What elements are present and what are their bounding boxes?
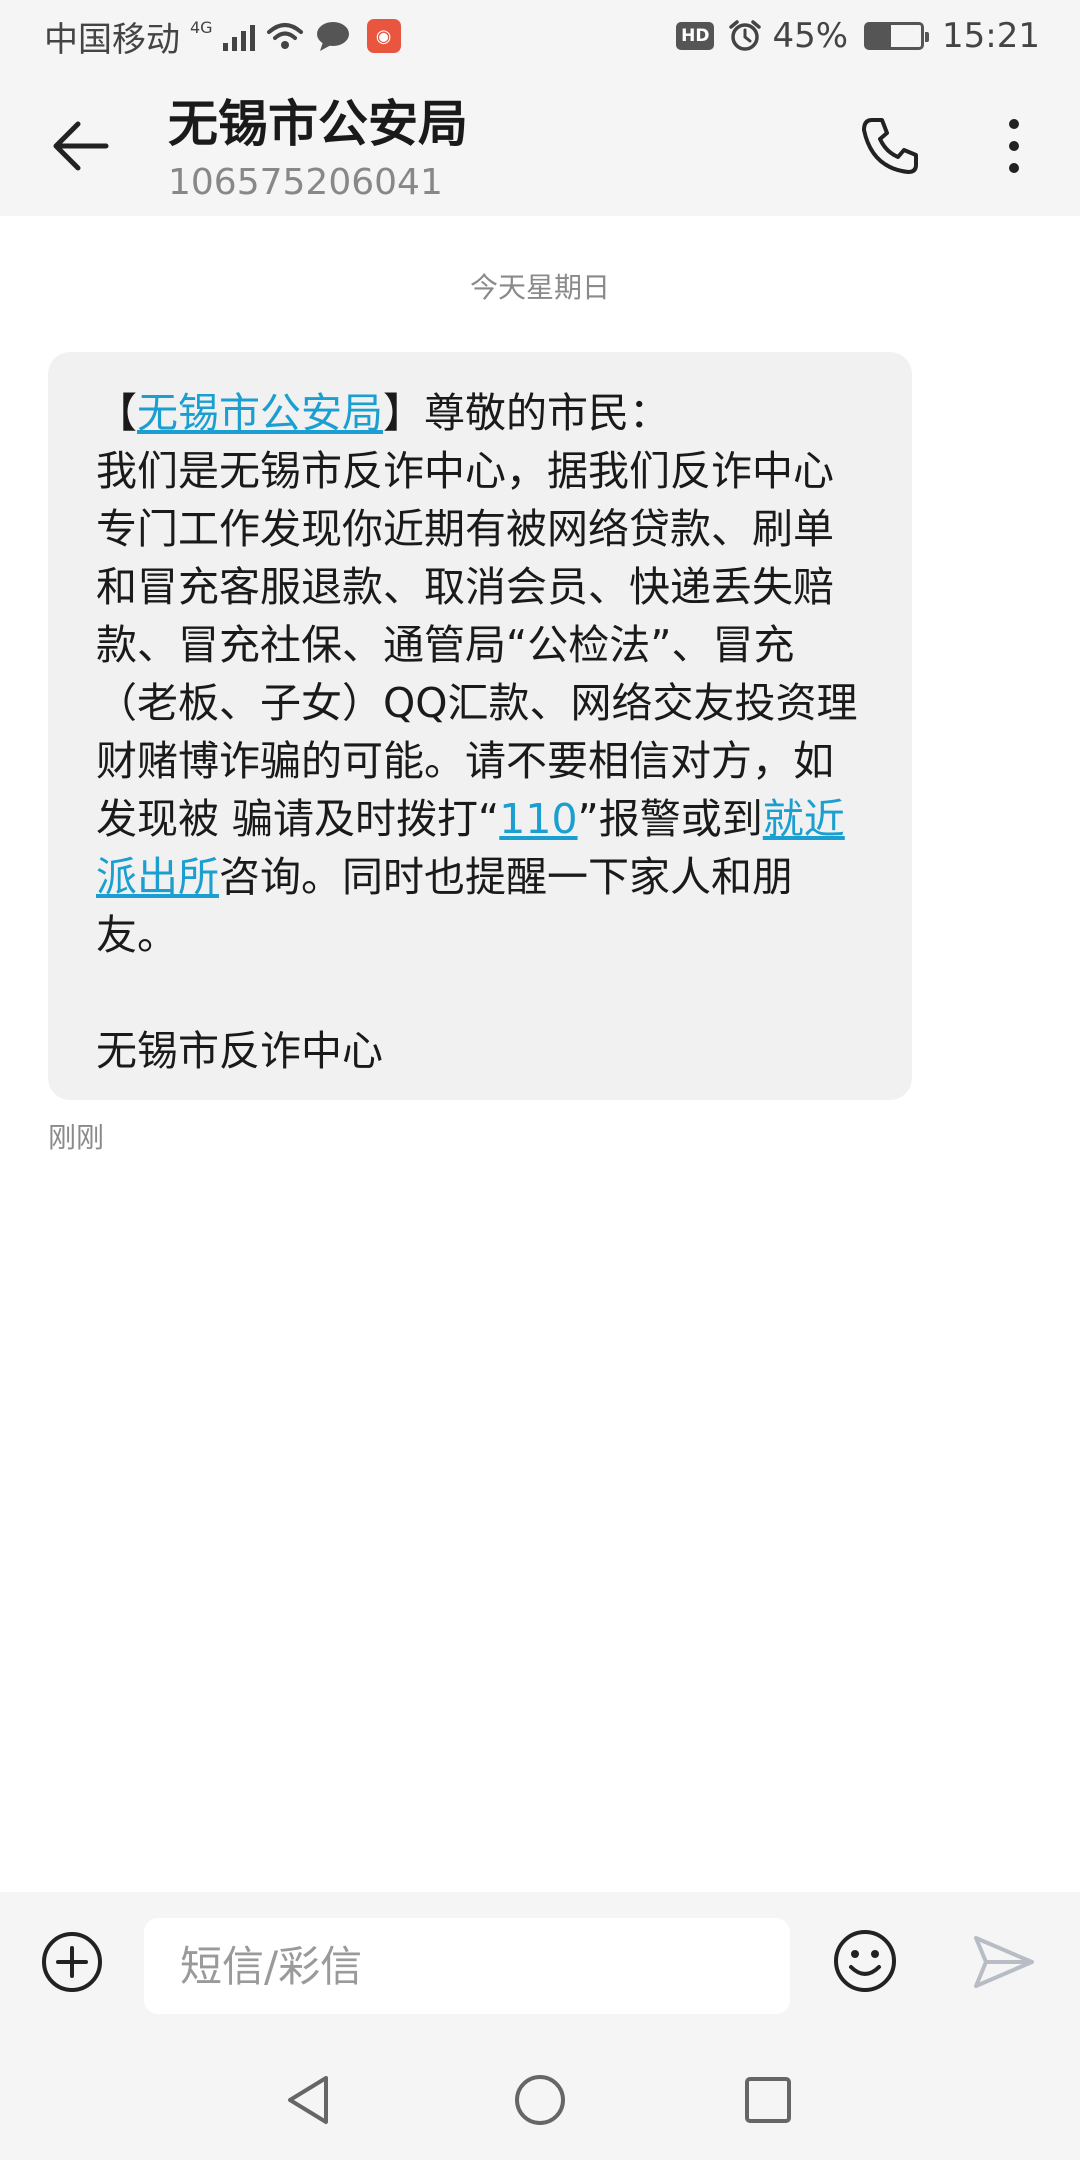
nav-back-icon — [288, 2076, 328, 2124]
sender-link[interactable]: 无锡市公安局 — [137, 389, 383, 437]
contact-name: 无锡市公安局 — [168, 95, 468, 153]
nav-recents-button[interactable] — [728, 2062, 808, 2138]
call-button[interactable] — [850, 106, 930, 186]
back-button[interactable] — [44, 110, 116, 182]
status-right: HD 45% 15:21 — [676, 16, 1040, 56]
bracket-open: 【 — [96, 389, 137, 437]
clock: 15:21 — [942, 16, 1040, 56]
nav-recents-icon — [745, 2077, 791, 2123]
chat-bubble-icon — [316, 22, 349, 51]
wifi-icon — [266, 23, 303, 49]
battery-charging-icon — [864, 22, 930, 50]
contact-number: 106575206041 — [168, 162, 443, 203]
phone-number-link[interactable]: 110 — [499, 795, 577, 843]
more-vertical-icon-dot — [1009, 141, 1019, 151]
battery-fill — [867, 25, 892, 47]
more-vertical-icon-dot — [1009, 163, 1019, 173]
nav-home-icon — [515, 2075, 565, 2125]
alarm-icon — [729, 20, 762, 51]
signal-icon — [222, 21, 255, 51]
message-input[interactable] — [144, 1918, 790, 2014]
emoji-button[interactable] — [826, 1922, 904, 2000]
send-button[interactable] — [968, 1926, 1040, 1998]
message-signature: 无锡市反诈中心 — [96, 1027, 383, 1075]
conversation-header: 无锡市公安局 106575206041 — [0, 72, 1080, 216]
message-timestamp: 刚刚 — [48, 1121, 105, 1154]
status-bar: 中国移动 4G ◉ HD 45% 15:21 — [0, 0, 1080, 72]
add-attachment-button[interactable] — [36, 1926, 108, 1998]
greeting: 】尊敬的市民： — [383, 389, 670, 437]
emoji-icon — [834, 1930, 896, 1992]
message-text-part2: ”报警或到 — [577, 795, 763, 843]
more-vertical-icon — [1009, 119, 1019, 129]
back-arrow-icon — [53, 121, 109, 171]
network-type: 4G — [190, 17, 213, 37]
phone-icon — [862, 118, 918, 174]
status-left: 中国移动 4G ◉ — [44, 12, 401, 61]
add-circle-icon — [42, 1932, 102, 1992]
compose-bar — [0, 1892, 1080, 2040]
hd-icon: HD — [676, 22, 715, 50]
message-text-part1: 我们是无锡市反诈中心，据我们反诈中心专门工作发现你近期有被网络贷款、刷单和冒充客… — [96, 447, 858, 843]
nav-back-button[interactable] — [268, 2062, 348, 2138]
carrier-name: 中国移动 — [44, 19, 180, 60]
date-divider: 今天星期日 — [469, 271, 610, 304]
message-bubble[interactable]: 【无锡市公安局】尊敬的市民： 我们是无锡市反诈中心，据我们反诈中心专门工作发现你近… — [48, 352, 912, 1100]
send-icon — [974, 1936, 1034, 1988]
message-body: 【无锡市公安局】尊敬的市民： 我们是无锡市反诈中心，据我们反诈中心专门工作发现你近… — [96, 384, 872, 964]
navigation-bar — [0, 2040, 1080, 2160]
battery-percent: 45% — [772, 16, 849, 56]
app-badge-icon: ◉ — [366, 19, 401, 53]
nav-home-button[interactable] — [500, 2062, 580, 2138]
more-options-button[interactable] — [990, 106, 1038, 186]
